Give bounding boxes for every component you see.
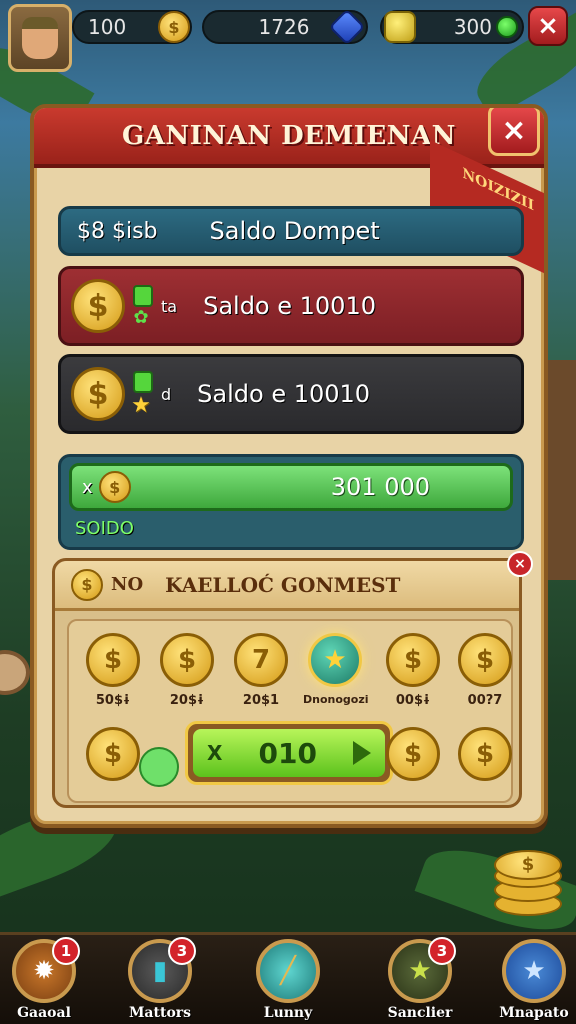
coin-counter: 100 $ <box>72 10 192 44</box>
reward-label: 50$ɨ <box>95 693 131 708</box>
coin-bag-icon: $ <box>98 471 131 503</box>
gem-icon <box>328 8 366 46</box>
notification-badge: 3 <box>428 937 456 965</box>
coin-icon: $ <box>86 727 140 781</box>
energy-counter: 300 <box>380 10 524 44</box>
progress-sub-label: SOIDO <box>75 518 134 539</box>
notification-badge: 3 <box>168 937 196 965</box>
coin-icon: $ <box>386 727 440 781</box>
claim-prefix: X <box>207 741 223 765</box>
claim-button-inner: X 010 <box>193 729 385 777</box>
coin-icon: $ <box>71 279 125 333</box>
play-arrow-icon <box>353 741 371 765</box>
star-icon: ★ <box>131 392 151 418</box>
reward-label: Dnonogozi <box>303 693 369 706</box>
reward-cell[interactable]: $ 20$ɨ <box>155 633 219 708</box>
close-icon: × <box>537 11 559 41</box>
bottom-nav: ✹ 1 Gaaoal ▮ 3 Mattors ╱ Lunny ★ 3 Sancl… <box>0 932 576 1024</box>
nav-label: Lunny <box>263 1005 313 1021</box>
green-tag-icon <box>133 370 153 393</box>
coin-stack-layer: $ <box>494 850 562 880</box>
coin-icon: $ <box>71 568 103 601</box>
avatar[interactable] <box>8 4 72 72</box>
close-button[interactable]: × <box>528 6 568 46</box>
progress-value: 301 000 <box>330 473 430 501</box>
row-badges: ✿ <box>129 284 153 328</box>
green-orb-icon <box>496 16 518 38</box>
progress-prefix: x <box>82 476 93 498</box>
panel-title: GANINAN DEMIENAN <box>122 121 456 151</box>
coin-counter-value: 100 <box>88 15 127 39</box>
clover-icon: ✿ <box>133 306 149 328</box>
wallet-label: Saldo Dompet <box>209 217 380 245</box>
balance-red-prefix: ta <box>161 296 178 316</box>
close-icon: × <box>514 556 526 572</box>
nav-label: Mattors <box>128 1005 192 1021</box>
reward-cell[interactable]: $ <box>381 727 445 781</box>
coin-icon: 7 <box>234 633 288 687</box>
energy-counter-value: 300 <box>453 15 492 39</box>
nav-item-mnapato[interactable]: ★ Mnapato <box>494 939 574 1021</box>
reward-cell[interactable]: $ 00?7 <box>453 633 517 708</box>
rewards-prefix: NO <box>111 574 144 595</box>
reward-label: 00?7 <box>467 693 503 708</box>
gem-counter: 1726 <box>202 8 368 46</box>
wallet-balance-row[interactable]: $8 $isb Saldo Dompet <box>58 206 524 256</box>
top-bar: 100 $ 1726 300 × <box>0 0 576 80</box>
reward-cell[interactable]: $ 00$ɨ <box>381 633 445 708</box>
coin-icon: $ <box>386 633 440 687</box>
row-badges: ★ <box>129 370 153 418</box>
nav-label: Mnapato <box>499 1005 569 1021</box>
reward-cell[interactable]: $ <box>453 727 517 781</box>
wallet-prefix: $8 $isb <box>77 218 158 244</box>
nav-item-sanclier[interactable]: ★ 3 Sanclier <box>380 937 460 1021</box>
coin-icon: $ <box>158 11 190 43</box>
coin-icon: $ <box>458 633 512 687</box>
reward-label: 20$1 <box>242 693 280 708</box>
reward-cell[interactable]: 7 20$1 <box>229 633 293 708</box>
rewards-close-button[interactable]: × <box>507 551 533 577</box>
coin-icon: $ <box>86 633 140 687</box>
stick-icon: ╱ <box>256 939 320 1003</box>
green-tag-icon <box>133 284 153 307</box>
wallet-panel: GANINAN DEMIENAN × NOIZIZII $8 $isb Sald… <box>30 104 548 828</box>
coin-stack-icon[interactable]: $ <box>494 846 562 916</box>
star-icon: ★ <box>502 939 566 1003</box>
progress-row: x $ 301 000 SOIDO <box>58 454 524 550</box>
gem-counter-value: 1726 <box>258 15 310 39</box>
claim-button[interactable]: X 010 <box>185 721 393 785</box>
coin-icon: $ <box>71 367 125 421</box>
nav-item-mattors[interactable]: ▮ 3 Mattors <box>120 937 200 1021</box>
nav-label: Sanclier <box>387 1005 453 1021</box>
reward-label: 00$ɨ <box>395 693 431 708</box>
reward-cell[interactable]: $ <box>81 727 145 781</box>
green-orb-icon <box>139 747 179 787</box>
notification-badge: 1 <box>52 937 80 965</box>
star-coin-icon: ★ <box>308 633 362 687</box>
nav-label: Gaaoal <box>17 1005 71 1021</box>
tree-stump <box>0 650 30 695</box>
balance-row-red[interactable]: $ ✿ ta Saldo e 10010 <box>58 266 524 346</box>
claim-value: 010 <box>258 736 317 770</box>
nav-item-lunny[interactable]: ╱ Lunny <box>248 939 328 1021</box>
rewards-subpanel: $ NO KAELLOĆ GONMEST × $ 50$ɨ $ 20$ɨ 7 2… <box>52 551 533 808</box>
reward-cell[interactable]: $ 50$ɨ <box>81 633 145 708</box>
rewards-title: KAELLOĆ GONMEST <box>165 572 401 597</box>
balance-row-dark[interactable]: $ ★ d Saldo e 10010 <box>58 354 524 434</box>
coin-icon: $ <box>458 727 512 781</box>
close-icon: × <box>501 112 527 148</box>
balance-dark-prefix: d <box>161 384 172 404</box>
coin-icon: $ <box>160 633 214 687</box>
reward-label: 20$ɨ <box>169 693 205 708</box>
reward-cell-special[interactable]: ★ Dnonogozi <box>303 633 369 706</box>
rewards-header: $ NO KAELLOĆ GONMEST <box>55 561 519 611</box>
nav-item-gaaoal[interactable]: ✹ 1 Gaaoal <box>4 937 84 1021</box>
hexagon-icon <box>384 11 416 43</box>
balance-red-label: Saldo e 10010 <box>203 292 376 320</box>
avatar-face <box>22 17 58 59</box>
panel-close-button[interactable]: × <box>488 108 540 156</box>
balance-dark-label: Saldo e 10010 <box>197 380 371 408</box>
progress-bar[interactable]: x $ 301 000 <box>69 463 513 511</box>
